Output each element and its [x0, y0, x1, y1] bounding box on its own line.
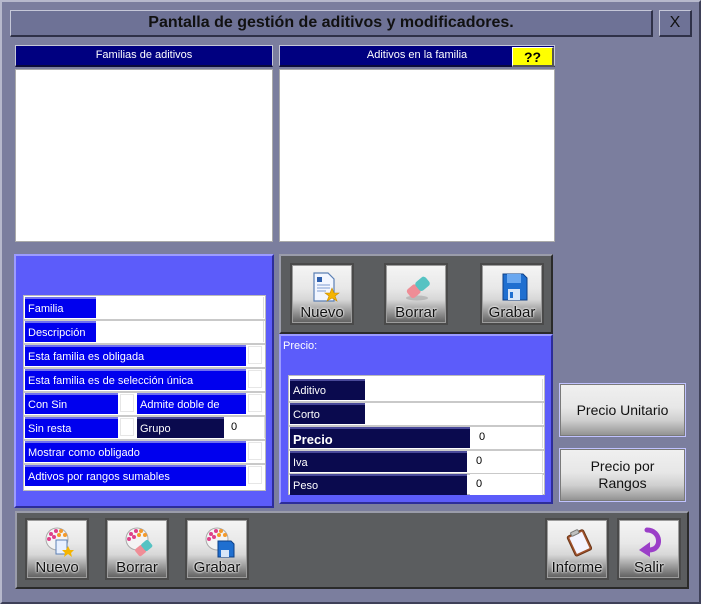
price-form-grid: Aditivo Corto Precio 0 Iva 0 Peso 0: [288, 375, 545, 495]
close-icon: X: [669, 14, 681, 31]
mostrar-obligado-label: Mostrar como obligado: [25, 441, 246, 462]
rangos-sumables-label: Adtivos por rangos sumables: [25, 465, 246, 486]
additive-toolbar: Nuevo Borrar Grabar: [279, 254, 553, 334]
salir-label: Salir: [633, 559, 664, 576]
title-bar: Pantalla de gestión de aditivos y modifi…: [10, 10, 653, 37]
clipboard-report-icon: [566, 529, 593, 557]
seleccion-unica-label: Esta familia es de selección única: [25, 369, 246, 390]
family-new-label: Nuevo: [35, 559, 79, 576]
obligada-label: Esta familia es obligada: [25, 345, 246, 366]
price-panel-title: Precio:: [283, 340, 318, 352]
corto-input[interactable]: [367, 403, 543, 424]
help-button[interactable]: ??: [512, 47, 554, 67]
new-document-icon: [313, 272, 340, 302]
iva-input[interactable]: 0: [470, 451, 543, 472]
close-button[interactable]: X: [659, 10, 692, 37]
additive-new-button[interactable]: Nuevo: [290, 263, 354, 325]
informe-button[interactable]: Informe: [545, 518, 609, 580]
informe-label: Informe: [551, 559, 603, 576]
family-save-button[interactable]: Grabar: [185, 518, 249, 580]
additives-window: Pantalla de gestión de aditivos y modifi…: [0, 0, 701, 604]
aditivo-label: Aditivo: [290, 379, 365, 400]
iva-label: Iva: [290, 451, 467, 472]
families-list-panel: Familias de aditivos: [15, 45, 273, 243]
precio-rangos-label: Precio por Rangos: [590, 458, 655, 491]
peso-input[interactable]: 0: [470, 474, 543, 495]
admite-doble-checkbox[interactable]: [248, 394, 262, 412]
help-icon: ??: [523, 48, 542, 65]
rangos-sumables-checkbox[interactable]: [248, 466, 262, 484]
obligada-checkbox[interactable]: [248, 346, 262, 364]
new-family-icon: [45, 527, 74, 557]
additives-list-panel: Aditivos en la familia ??: [279, 45, 555, 243]
price-panel: Precio: Aditivo Corto Precio 0 Iva 0 Pes…: [279, 334, 553, 504]
additives-list-title: Aditivos en la familia: [366, 49, 468, 61]
mostrar-obligado-checkbox[interactable]: [248, 442, 262, 460]
floppy-disk-icon: [502, 273, 528, 301]
family-form-panel: Familia Descripción Esta familia es obli…: [14, 254, 274, 508]
grupo-input[interactable]: 0: [225, 417, 265, 438]
precio-input[interactable]: 0: [473, 427, 543, 448]
bottom-toolbar: Nuevo Borrar Grabar Informe Salir: [15, 511, 689, 589]
peso-label: Peso: [290, 474, 467, 495]
precio-unitario-button[interactable]: Precio Unitario: [559, 383, 686, 437]
admite-doble-label: Admite doble de: [137, 393, 246, 414]
salir-button[interactable]: Salir: [617, 518, 681, 580]
familia-label: Familia: [25, 297, 96, 318]
families-list[interactable]: [15, 69, 273, 242]
additives-list-header: Aditivos en la familia ??: [279, 45, 555, 67]
family-delete-label: Borrar: [116, 559, 158, 576]
family-save-label: Grabar: [193, 559, 241, 576]
familia-input[interactable]: [97, 297, 264, 318]
additive-save-button[interactable]: Grabar: [480, 263, 544, 325]
sin-resta-checkbox[interactable]: [120, 418, 134, 436]
descripcion-label: Descripción: [25, 321, 96, 342]
descripcion-input[interactable]: [97, 321, 264, 342]
save-family-icon: [205, 527, 235, 558]
con-sin-label: Con Sin: [25, 393, 118, 414]
families-list-title: Familias de aditivos: [95, 49, 193, 61]
families-list-header: Familias de aditivos: [15, 45, 273, 67]
delete-family-icon: [125, 527, 153, 557]
precio-rangos-button[interactable]: Precio por Rangos: [559, 448, 686, 502]
family-delete-button[interactable]: Borrar: [105, 518, 169, 580]
family-new-button[interactable]: Nuevo: [25, 518, 89, 580]
additives-list[interactable]: [279, 69, 555, 242]
corto-label: Corto: [290, 403, 365, 424]
aditivo-input[interactable]: [367, 379, 543, 400]
sin-resta-label: Sin resta: [25, 417, 118, 438]
window-title: Pantalla de gestión de aditivos y modifi…: [148, 14, 514, 31]
family-form-grid: Familia Descripción Esta familia es obli…: [23, 295, 266, 491]
precio-unitario-label: Precio Unitario: [576, 401, 669, 418]
con-sin-checkbox[interactable]: [120, 394, 134, 412]
grupo-label: Grupo: [137, 417, 224, 438]
precio-label: Precio: [290, 427, 470, 448]
exit-arrow-icon: [639, 527, 661, 557]
seleccion-unica-checkbox[interactable]: [248, 370, 262, 388]
additive-delete-label: Borrar: [395, 304, 437, 321]
additive-save-label: Grabar: [488, 304, 536, 321]
additive-new-label: Nuevo: [300, 304, 344, 321]
eraser-icon: [406, 276, 430, 301]
additive-delete-button[interactable]: Borrar: [384, 263, 448, 325]
